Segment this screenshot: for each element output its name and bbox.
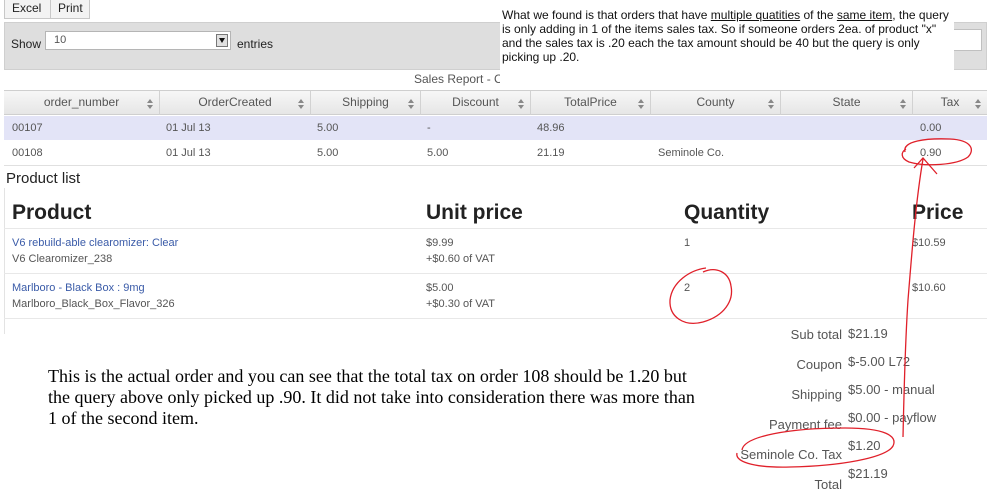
vat-amount: +$0.60 of VAT: [426, 253, 495, 265]
sort-icon: [638, 99, 644, 109]
cell-total-price: 48.96: [537, 122, 565, 134]
entries-label: entries: [237, 37, 274, 51]
product-divider: [4, 318, 987, 319]
entries-select-value: 10: [54, 34, 67, 46]
cell-tax: 0.00: [920, 122, 942, 134]
chevron-down-icon[interactable]: [216, 34, 228, 47]
cell-discount: -: [427, 122, 431, 134]
excel-button[interactable]: Excel: [4, 0, 51, 19]
column-header-order-created[interactable]: OrderCreated: [160, 91, 311, 115]
product-sku: Marlboro_Black_Box_Flavor_326: [12, 298, 175, 310]
column-header-order-number[interactable]: order_number: [4, 91, 160, 115]
annotation-note: What we found is that orders that have m…: [500, 6, 954, 86]
coupon-value: $-5.00 L72: [848, 354, 911, 369]
sort-icon: [768, 99, 774, 109]
sort-icon: [518, 99, 524, 109]
table-row[interactable]: 00107 01 Jul 13 5.00 - 48.96 0.00: [4, 116, 987, 140]
quantity: 2: [684, 282, 691, 294]
cell-total-price: 21.19: [537, 147, 565, 159]
column-header-county[interactable]: County: [651, 91, 781, 115]
cell-shipping: 5.00: [317, 122, 339, 134]
line-price: $10.60: [912, 282, 946, 294]
sort-icon: [408, 99, 414, 109]
product-divider: [4, 228, 987, 229]
explanation-note: This is the actual order and you can see…: [48, 366, 695, 428]
sort-icon: [298, 99, 304, 109]
cell-shipping: 5.00: [317, 147, 339, 159]
tax-label: Seminole Co. Tax: [740, 447, 842, 462]
product-link[interactable]: Marlboro - Black Box : 9mg: [12, 282, 145, 294]
unit-price-column-header: Unit price: [426, 201, 523, 224]
table-bottom-divider: [4, 165, 987, 166]
product-link[interactable]: V6 rebuild-able clearomizer: Clear: [12, 237, 178, 249]
table-row[interactable]: 00108 01 Jul 13 5.00 5.00 21.19 Seminole…: [4, 141, 987, 165]
table-header: order_number OrderCreated Shipping Disco…: [4, 90, 987, 115]
cell-order-number: 00108: [12, 147, 43, 159]
product-sku: V6 Clearomizer_238: [12, 253, 113, 265]
print-button[interactable]: Print: [50, 0, 90, 19]
column-header-tax[interactable]: Tax: [913, 91, 987, 115]
subtotal-value: $21.19: [848, 326, 888, 341]
column-header-state[interactable]: State: [781, 91, 913, 115]
quantity-column-header: Quantity: [684, 201, 770, 224]
shipping-value: $5.00 - manual: [848, 382, 935, 397]
line-price: $10.59: [912, 237, 946, 249]
product-divider: [4, 273, 987, 274]
sort-icon: [900, 99, 906, 109]
unit-price: $5.00: [426, 282, 454, 294]
vat-amount: +$0.30 of VAT: [426, 298, 495, 310]
sort-icon: [975, 99, 981, 109]
product-list-title: Product list: [6, 170, 81, 187]
cell-discount: 5.00: [427, 147, 449, 159]
quantity: 1: [684, 237, 691, 249]
show-label: Show: [11, 37, 42, 51]
entries-select[interactable]: 10: [45, 31, 231, 50]
column-header-shipping[interactable]: Shipping: [311, 91, 421, 115]
cell-county: Seminole Co.: [658, 147, 725, 159]
price-column-header: Price: [912, 201, 964, 224]
cell-order-created: 01 Jul 13: [166, 122, 211, 134]
total-value: $21.19: [848, 466, 888, 481]
column-header-discount[interactable]: Discount: [421, 91, 531, 115]
total-label: Total: [814, 477, 842, 492]
tax-value: $1.20: [848, 438, 881, 453]
report-title: Sales Report - C: [414, 72, 503, 86]
cell-tax: 0.90: [920, 147, 942, 159]
cell-order-number: 00107: [12, 122, 43, 134]
cell-order-created: 01 Jul 13: [166, 147, 211, 159]
subtotal-label: Sub total: [790, 327, 842, 342]
product-column-header: Product: [12, 201, 92, 224]
unit-price: $9.99: [426, 237, 454, 249]
column-header-total-price[interactable]: TotalPrice: [531, 91, 651, 115]
sort-icon: [147, 99, 153, 109]
payment-fee-value: $0.00 - payflow: [848, 410, 937, 425]
